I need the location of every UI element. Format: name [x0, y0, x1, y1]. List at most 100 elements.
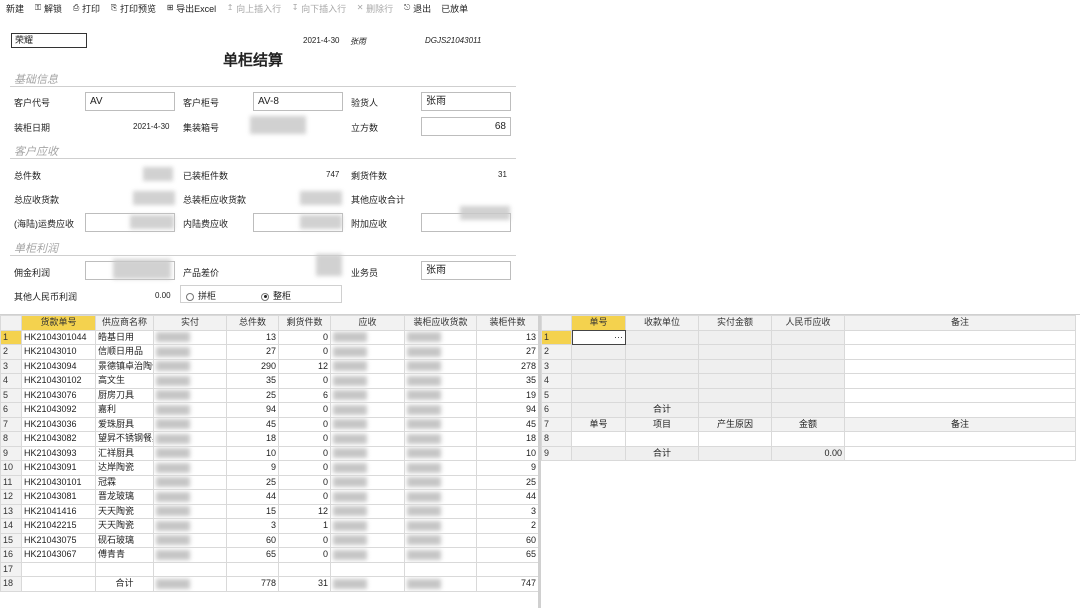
column-header[interactable]: 剩货件数: [278, 315, 331, 331]
loaded-pcs-cell[interactable]: 27: [476, 344, 539, 360]
grid-cell[interactable]: 合计: [625, 445, 699, 461]
grid-cell[interactable]: [771, 373, 845, 389]
inspector-input[interactable]: 张雨: [421, 92, 511, 111]
toolbar-button-9[interactable]: 已放单: [441, 2, 468, 15]
paid-cell[interactable]: [153, 547, 227, 563]
total-pcs-cell[interactable]: 10: [226, 445, 279, 461]
paid-cell[interactable]: [153, 474, 227, 490]
loaded-pcs-cell[interactable]: 747: [476, 576, 539, 592]
order-no-cell[interactable]: HK21043036: [21, 416, 96, 432]
receivable-cell[interactable]: [330, 387, 405, 403]
grid-cell[interactable]: [698, 373, 772, 389]
row-number[interactable]: 12: [0, 489, 22, 505]
table-row[interactable]: 5: [541, 387, 1076, 403]
paid-cell[interactable]: [153, 518, 227, 534]
table-row[interactable]: 2: [541, 344, 1076, 360]
column-header[interactable]: 装柜应收货款: [404, 315, 477, 331]
supplier-cell[interactable]: 皓基日用: [95, 329, 154, 345]
total-pcs-cell[interactable]: 290: [226, 358, 279, 374]
row-number[interactable]: 2: [0, 344, 22, 360]
total-pcs-cell[interactable]: 13: [226, 329, 279, 345]
order-no-cell[interactable]: HK21043082: [21, 431, 96, 447]
grid-cell[interactable]: [844, 358, 1076, 374]
order-no-cell[interactable]: HK21043076: [21, 387, 96, 403]
total-pcs-cell[interactable]: 65: [226, 547, 279, 563]
remain-pcs-cell[interactable]: 0: [278, 344, 331, 360]
supplier-cell[interactable]: 景德镇卓治陶瓷: [95, 358, 154, 374]
total-pcs-cell[interactable]: 60: [226, 532, 279, 548]
supplier-cell[interactable]: 汇祥厨具: [95, 445, 154, 461]
column-header[interactable]: 人民币应收: [771, 315, 845, 331]
grid-cell[interactable]: [844, 344, 1076, 360]
order-no-cell[interactable]: HK2104301044: [21, 329, 96, 345]
grid-cell[interactable]: [571, 402, 626, 418]
paid-cell[interactable]: [153, 489, 227, 505]
supplier-cell[interactable]: 厨房刀具: [95, 387, 154, 403]
supplier-cell[interactable]: 天天陶瓷: [95, 518, 154, 534]
table-row[interactable]: 14 HK21042215 天天陶瓷 3 1 2: [0, 518, 539, 534]
total-pcs-cell[interactable]: 27: [226, 344, 279, 360]
table-row[interactable]: 3: [541, 358, 1076, 374]
row-number[interactable]: 3: [541, 358, 572, 374]
loaded-receivable-cell[interactable]: [404, 344, 477, 360]
row-number[interactable]: 2: [541, 344, 572, 360]
loaded-receivable-cell[interactable]: [404, 518, 477, 534]
table-row[interactable]: 5 HK21043076 厨房刀具 25 6 19: [0, 387, 539, 403]
column-header[interactable]: 货款单号: [21, 315, 96, 331]
table-row[interactable]: 10 HK21043091 达岸陶瓷 9 0 9: [0, 460, 539, 476]
order-no-cell[interactable]: HK21043093: [21, 445, 96, 461]
loaded-receivable-cell[interactable]: [404, 474, 477, 490]
sub-column-header[interactable]: 备注: [844, 416, 1076, 432]
loaded-pcs-cell[interactable]: 9: [476, 460, 539, 476]
receivable-cell[interactable]: [330, 445, 405, 461]
table-row[interactable]: 1 HK2104301044 皓基日用 13 0 13: [0, 329, 539, 345]
grid-cell[interactable]: [844, 373, 1076, 389]
loaded-pcs-cell[interactable]: [476, 561, 539, 577]
column-header[interactable]: 应收: [330, 315, 405, 331]
order-no-cell[interactable]: HK21043010: [21, 344, 96, 360]
remain-pcs-cell[interactable]: 12: [278, 358, 331, 374]
loaded-pcs-cell[interactable]: 65: [476, 547, 539, 563]
grid-cell[interactable]: [625, 431, 699, 447]
total-pcs-cell[interactable]: 35: [226, 373, 279, 389]
grid-cell[interactable]: 0.00: [771, 445, 845, 461]
order-no-cell[interactable]: HK21043067: [21, 547, 96, 563]
loaded-receivable-cell[interactable]: [404, 358, 477, 374]
total-pcs-cell[interactable]: 3: [226, 518, 279, 534]
column-header[interactable]: 供应商名称: [95, 315, 154, 331]
table-row[interactable]: 3HK21043094景德镇卓治陶瓷 29012 278: [0, 358, 539, 374]
receivable-cell[interactable]: [330, 329, 405, 345]
toolbar-button-0[interactable]: 新建: [6, 2, 24, 15]
row-number[interactable]: 7: [0, 416, 22, 432]
table-row[interactable]: 18 合计 778 31 747: [0, 576, 539, 592]
grid-cell[interactable]: [698, 387, 772, 403]
paid-cell[interactable]: [153, 373, 227, 389]
paid-cell[interactable]: [153, 503, 227, 519]
total-pcs-cell[interactable]: 18: [226, 431, 279, 447]
order-no-cell[interactable]: HK210430102: [21, 373, 96, 389]
loaded-pcs-cell[interactable]: 13: [476, 329, 539, 345]
loaded-receivable-cell[interactable]: [404, 532, 477, 548]
row-number[interactable]: 6: [0, 402, 22, 418]
loaded-pcs-cell[interactable]: 19: [476, 387, 539, 403]
toolbar-button-1[interactable]: ⚿ 解锁: [34, 2, 62, 15]
supplier-cell[interactable]: 嘉利: [95, 402, 154, 418]
paid-cell[interactable]: [153, 387, 227, 403]
remain-pcs-cell[interactable]: 0: [278, 416, 331, 432]
remain-pcs-cell[interactable]: 1: [278, 518, 331, 534]
remain-pcs-cell[interactable]: 0: [278, 445, 331, 461]
receivable-cell[interactable]: [330, 503, 405, 519]
loaded-pcs-cell[interactable]: 94: [476, 402, 539, 418]
order-no-cell[interactable]: [21, 561, 96, 577]
supplier-cell[interactable]: [95, 561, 154, 577]
order-no-cell[interactable]: HK21043091: [21, 460, 96, 476]
remain-pcs-cell[interactable]: 31: [278, 576, 331, 592]
grid-cell[interactable]: [698, 329, 772, 345]
loaded-receivable-cell[interactable]: [404, 416, 477, 432]
order-no-cell[interactable]: HK21043081: [21, 489, 96, 505]
paid-cell[interactable]: [153, 532, 227, 548]
grid-cell[interactable]: [771, 358, 845, 374]
row-number[interactable]: 15: [0, 532, 22, 548]
receivable-cell[interactable]: [330, 561, 405, 577]
row-number[interactable]: 4: [541, 373, 572, 389]
